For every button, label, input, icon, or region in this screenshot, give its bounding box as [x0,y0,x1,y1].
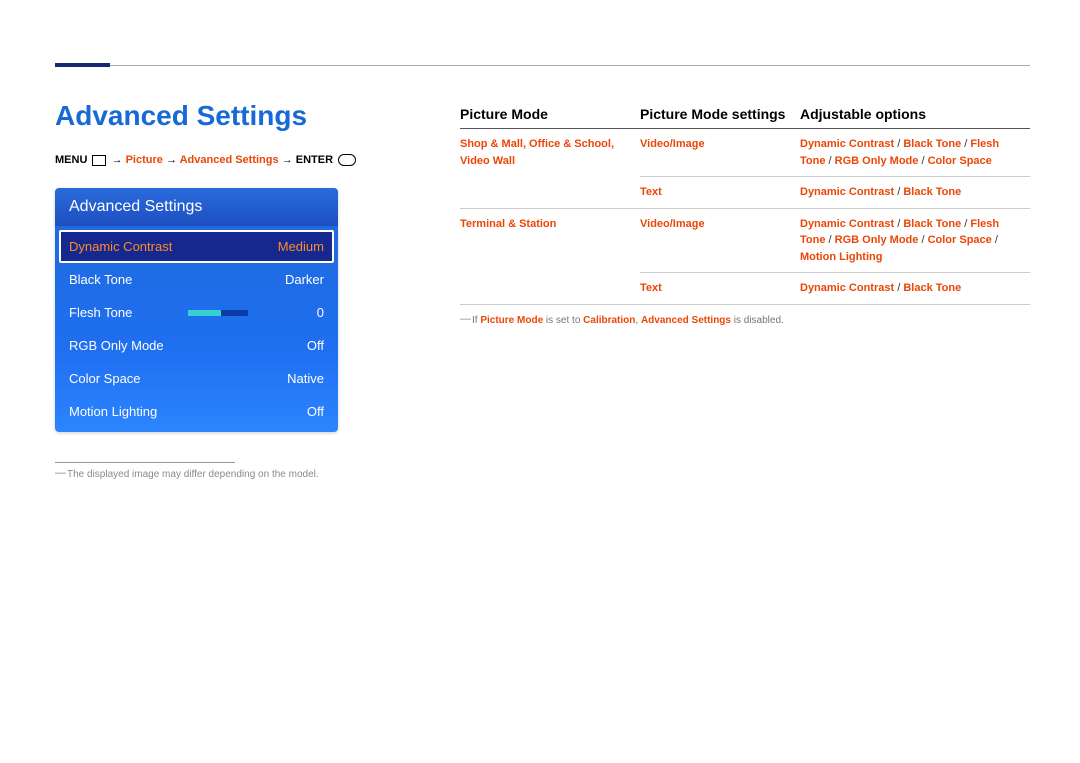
breadcrumb-enter: ENTER [296,154,333,166]
cell-adjustable-options: Dynamic Contrast / Black Tone [800,273,1030,305]
breadcrumb: MENU → Picture → Advanced Settings → ENT… [55,154,415,166]
settings-row-black-tone[interactable]: Black Tone Darker [59,263,334,296]
breadcrumb-menu: MENU [55,154,87,166]
cell-picture-mode: Terminal & Station [460,208,640,304]
settings-row-label: Motion Lighting [69,404,157,419]
settings-row-value: Off [307,404,324,419]
table-row: Shop & Mall, Office & School, Video Wall… [460,129,1030,177]
breadcrumb-arrow-1: → [112,154,126,166]
cell-adjustable-options: Dynamic Contrast / Black Tone / Flesh To… [800,208,1030,273]
breadcrumb-advanced: Advanced Settings [180,154,279,166]
cell-adjustable-options: Dynamic Contrast / Black Tone [800,177,1030,209]
settings-row-value: Native [287,371,324,386]
cell-picture-mode-settings: Text [640,273,800,305]
calibration-note: If Picture Mode is set to Calibration, A… [460,315,1030,326]
settings-panel: Advanced Settings Dynamic Contrast Medium… [55,188,338,432]
note-calibration: Calibration [583,315,635,326]
th-picture-mode: Picture Mode [460,100,640,129]
cell-picture-mode-settings: Text [640,177,800,209]
settings-row-value: Off [307,338,324,353]
top-accent-bar [55,63,110,67]
cell-picture-mode-settings: Video/Image [640,129,800,177]
model-footnote: The displayed image may differ depending… [55,469,415,480]
settings-row-label: Dynamic Contrast [69,239,172,254]
th-picture-mode-settings: Picture Mode settings [640,100,800,129]
note-picture-mode: Picture Mode [480,315,543,326]
settings-row-value: Medium [278,239,324,254]
settings-row-color-space[interactable]: Color Space Native [59,362,334,395]
settings-row-rgb-only-mode[interactable]: RGB Only Mode Off [59,329,334,362]
settings-row-label: RGB Only Mode [69,338,164,353]
note-mid: is set to [543,315,583,326]
left-column: Advanced Settings MENU → Picture → Advan… [55,100,415,480]
breadcrumb-picture: Picture [126,154,163,166]
menu-icon [92,155,106,166]
settings-row-value: 0 [317,305,324,320]
flesh-tone-slider[interactable] [188,310,248,316]
breadcrumb-arrow-3: → [282,154,296,166]
settings-row-label: Flesh Tone [69,305,132,320]
settings-panel-body: Dynamic Contrast Medium Black Tone Darker Fl… [55,226,338,432]
top-divider [55,65,1030,66]
settings-row-flesh-tone[interactable]: Flesh Tone 0 [59,296,334,329]
settings-panel-title: Advanced Settings [55,188,338,226]
enter-icon [338,154,356,166]
options-table: Picture Mode Picture Mode settings Adjus… [460,100,1030,305]
settings-row-label: Black Tone [69,272,132,287]
footnote-divider [55,462,235,463]
page-title: Advanced Settings [55,100,415,132]
cell-picture-mode-settings: Video/Image [640,208,800,273]
cell-picture-mode: Shop & Mall, Office & School, Video Wall [460,129,640,209]
settings-row-value: Darker [285,272,324,287]
settings-row-dynamic-contrast[interactable]: Dynamic Contrast Medium [59,230,334,263]
cell-adjustable-options: Dynamic Contrast / Black Tone / Flesh To… [800,129,1030,177]
settings-row-label: Color Space [69,371,141,386]
th-adjustable-options: Adjustable options [800,100,1030,129]
breadcrumb-arrow-2: → [166,154,180,166]
note-advanced-settings: Advanced Settings [641,315,731,326]
table-row: Terminal & StationVideo/ImageDynamic Con… [460,208,1030,273]
note-post: is disabled. [731,315,784,326]
right-column: Picture Mode Picture Mode settings Adjus… [460,100,1030,326]
settings-row-motion-lighting[interactable]: Motion Lighting Off [59,395,334,428]
